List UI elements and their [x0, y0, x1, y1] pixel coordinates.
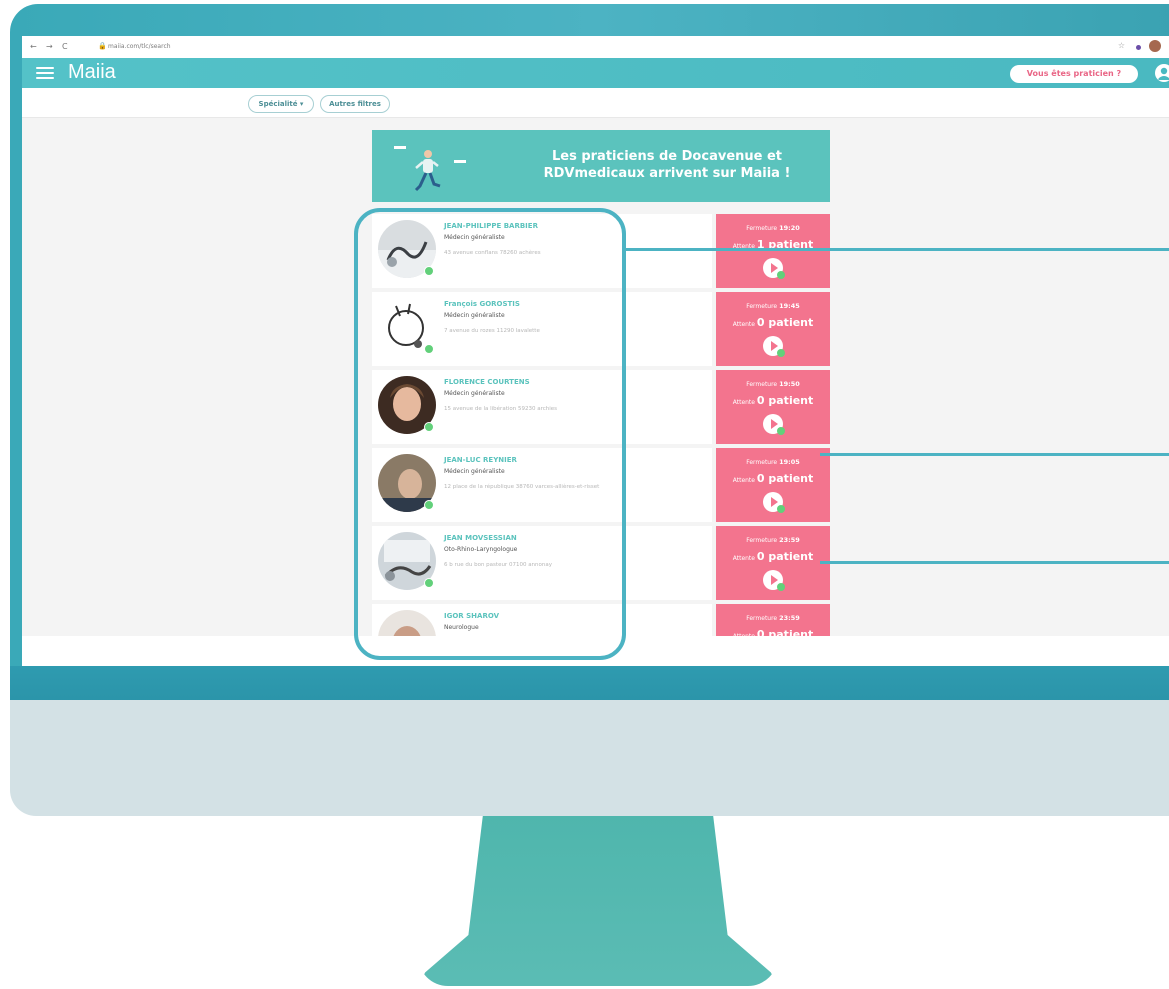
running-person-illustration — [394, 146, 466, 192]
closing-label: Fermeture — [746, 225, 778, 232]
closing-time-row: Fermeture 23:59 — [716, 536, 830, 544]
closing-time: 19:05 — [779, 458, 800, 466]
waiting-count: 0 patient — [756, 472, 814, 485]
teleconsult-status[interactable]: Fermeture 19:50 Attente 0 patient — [716, 370, 830, 444]
closing-time-row: Fermeture 19:45 — [716, 302, 830, 310]
closing-label: Fermeture — [746, 459, 778, 466]
extension-icon[interactable] — [1136, 45, 1141, 50]
teleconsult-status[interactable]: Fermeture 19:20 Attente 1 patient — [716, 214, 830, 288]
doctor-list-highlight — [354, 208, 626, 660]
practitioner-button[interactable]: Vous êtes praticien ? — [1010, 65, 1138, 83]
brand-logo[interactable]: Maiia — [68, 61, 116, 84]
waiting-row: Attente 0 patient — [716, 550, 830, 563]
waiting-count: 0 patient — [756, 316, 814, 329]
pointer-line — [820, 453, 1169, 456]
start-video-button[interactable] — [763, 570, 785, 591]
closing-label: Fermeture — [746, 537, 778, 544]
bookmark-star-icon[interactable]: ☆ — [1118, 41, 1125, 50]
start-video-button[interactable] — [763, 336, 785, 357]
closing-time: 19:50 — [779, 380, 800, 388]
user-icon[interactable] — [1154, 63, 1169, 83]
forward-icon[interactable]: → — [46, 42, 53, 51]
closing-time-row: Fermeture 19:20 — [716, 224, 830, 232]
address-bar[interactable]: maiia.com/tlc/search — [108, 43, 171, 50]
waiting-count: 0 patient — [756, 394, 814, 407]
start-video-button[interactable] — [763, 258, 785, 279]
closing-time: 19:20 — [779, 224, 800, 232]
teleconsult-status[interactable]: Fermeture 19:05 Attente 0 patient — [716, 448, 830, 522]
waiting-count: 0 patient — [756, 550, 814, 563]
closing-time: 19:45 — [779, 302, 800, 310]
waiting-label: Attente — [732, 399, 755, 406]
waiting-row: Attente 0 patient — [716, 472, 830, 485]
banner-line-1: Les praticiens de Docavenue et — [551, 149, 783, 164]
waiting-label: Attente — [732, 477, 755, 484]
closing-time-row: Fermeture 23:59 — [716, 614, 830, 622]
start-video-button[interactable] — [763, 492, 785, 513]
closing-label: Fermeture — [746, 615, 778, 622]
teleconsult-status[interactable]: Fermeture 23:59 Attente 0 patient — [716, 526, 830, 600]
closing-time-row: Fermeture 19:50 — [716, 380, 830, 388]
waiting-label: Attente — [732, 555, 755, 562]
announcement-banner[interactable]: Les praticiens de Docavenue et RDVmedica… — [372, 130, 830, 202]
reload-icon[interactable]: C — [62, 42, 68, 51]
pointer-line — [626, 248, 1169, 251]
browser-profile-avatar[interactable] — [1149, 40, 1161, 52]
closing-time: 23:59 — [779, 536, 800, 544]
other-filters-button[interactable]: Autres filtres — [320, 95, 390, 113]
back-icon[interactable]: ← — [30, 42, 37, 51]
closing-label: Fermeture — [746, 303, 778, 310]
start-video-button[interactable] — [763, 414, 785, 435]
app-header: Maiia Vous êtes praticien ? — [22, 58, 1169, 88]
monitor-stand — [418, 816, 778, 986]
menu-icon[interactable] — [36, 64, 54, 80]
waiting-row: Attente 0 patient — [716, 394, 830, 407]
banner-message: Les praticiens de Docavenue et RDVmedica… — [522, 148, 812, 182]
waiting-label: Attente — [732, 321, 755, 328]
lock-icon: 🔒 — [98, 42, 107, 50]
waiting-row: Attente 0 patient — [716, 316, 830, 329]
closing-time: 23:59 — [779, 614, 800, 622]
monitor-chin — [10, 700, 1169, 816]
pointer-line — [820, 561, 1169, 564]
browser-toolbar: ← → C 🔒 maiia.com/tlc/search ☆ — [22, 36, 1169, 59]
teleconsult-status[interactable]: Fermeture 19:45 Attente 0 patient — [716, 292, 830, 366]
specialty-filter[interactable]: Spécialité ▾ — [248, 95, 314, 113]
filter-bar: Spécialité ▾ Autres filtres — [22, 88, 1169, 118]
closing-time-row: Fermeture 19:05 — [716, 458, 830, 466]
closing-label: Fermeture — [746, 381, 778, 388]
banner-line-2: RDVmedicaux arrivent sur Maiia ! — [543, 166, 791, 181]
